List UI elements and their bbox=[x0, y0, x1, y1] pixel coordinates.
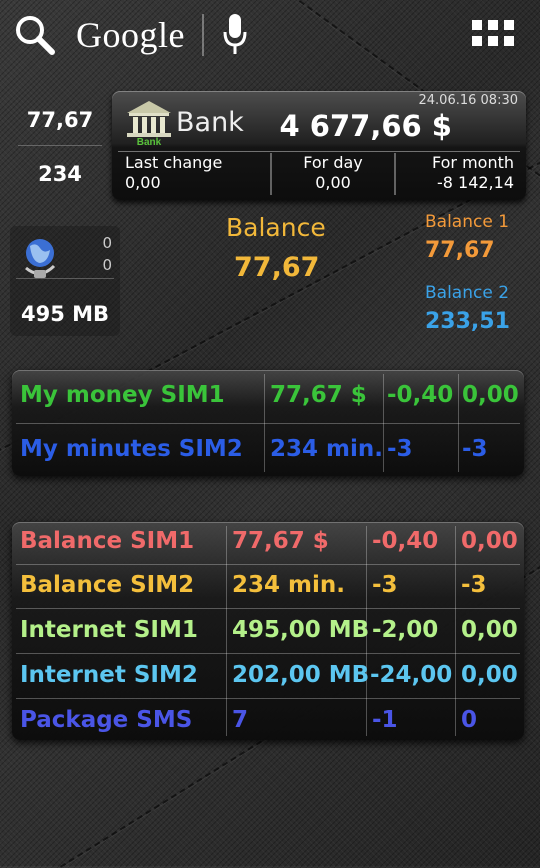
row-name: My minutes SIM2 bbox=[20, 436, 243, 462]
row-value: 495,00 MB bbox=[232, 617, 370, 643]
row-value: 7 bbox=[232, 707, 249, 733]
balance1-label: Balance 1 bbox=[425, 212, 510, 232]
row-extra: 0,00 bbox=[461, 662, 518, 688]
balance-detail-table[interactable]: Balance SIM1 77,67 $ -0,40 0,00 Balance … bbox=[12, 522, 524, 740]
divider bbox=[18, 145, 102, 146]
row-delta: -2,00 bbox=[372, 617, 439, 643]
bank-for-month: For month -8 142,14 bbox=[432, 153, 514, 197]
row-value: 202,00 MB bbox=[232, 662, 370, 688]
mini-minutes-value: 234 bbox=[38, 162, 82, 186]
search-bar[interactable]: Google bbox=[0, 0, 540, 70]
mini-balance-value: 77,67 bbox=[26, 108, 94, 132]
row-delta: -0,40 bbox=[372, 528, 439, 554]
bank-total: 4 677,66 $ bbox=[279, 109, 452, 143]
traffic-value: 495 MB bbox=[20, 302, 110, 326]
bank-col-value: -8 142,14 bbox=[436, 173, 514, 192]
bank-widget[interactable]: Bank Bank 24.06.16 08:30 4 677,66 $ Last… bbox=[112, 91, 526, 200]
row-name: My money SIM1 bbox=[20, 382, 225, 408]
row-delta: -24,00 bbox=[370, 662, 453, 688]
bank-for-day: For day 0,00 bbox=[272, 153, 394, 197]
row-name: Balance SIM2 bbox=[20, 572, 195, 598]
row-value: 234 min. bbox=[270, 436, 383, 462]
divider bbox=[16, 698, 520, 699]
bank-datetime: 24.06.16 08:30 bbox=[418, 93, 519, 108]
divider bbox=[226, 526, 227, 736]
balance1-value: 77,67 bbox=[425, 238, 495, 263]
bank-col-value: 0,00 bbox=[125, 173, 161, 192]
balance2-label: Balance 2 bbox=[425, 283, 510, 303]
sim-summary-table[interactable]: My money SIM1 77,67 $ -0,40 0,00 My minu… bbox=[12, 370, 524, 476]
traffic-zero-2: 0 bbox=[102, 256, 112, 274]
search-icon[interactable] bbox=[14, 14, 56, 56]
row-name: Internet SIM2 bbox=[20, 662, 198, 688]
row-delta: -3 bbox=[372, 572, 398, 598]
row-name: Internet SIM1 bbox=[20, 617, 198, 643]
google-logo: Google bbox=[76, 15, 185, 55]
divider bbox=[16, 423, 520, 424]
divider bbox=[16, 608, 520, 609]
divider bbox=[16, 564, 520, 565]
row-extra: 0,00 bbox=[461, 617, 518, 643]
bank-col-label: Last change bbox=[125, 153, 223, 172]
row-value: 77,67 $ bbox=[270, 382, 367, 408]
globe-icon bbox=[25, 239, 56, 278]
row-delta: -3 bbox=[387, 436, 413, 462]
row-name: Package SMS bbox=[20, 707, 193, 733]
bank-col-label: For month bbox=[431, 153, 514, 172]
bank-col-label: For day bbox=[303, 153, 363, 172]
row-value: 234 min. bbox=[232, 572, 345, 598]
balance-label: Balance bbox=[226, 213, 326, 242]
divider bbox=[202, 14, 204, 56]
row-extra: 0,00 bbox=[462, 382, 519, 408]
divider bbox=[455, 526, 456, 736]
traffic-widget[interactable]: 0 0 495 MB bbox=[10, 226, 120, 336]
row-value: 77,67 $ bbox=[232, 528, 329, 554]
traffic-zero-1: 0 bbox=[102, 234, 112, 252]
bank-col-value: 0,00 bbox=[315, 173, 351, 192]
bank-icon: Bank bbox=[127, 101, 171, 145]
mic-icon[interactable] bbox=[222, 12, 248, 56]
row-extra: -3 bbox=[461, 572, 487, 598]
row-extra: 0 bbox=[461, 707, 478, 733]
row-name: Balance SIM1 bbox=[20, 528, 195, 554]
bank-name: Bank bbox=[176, 107, 244, 138]
bank-last-change: Last change 0,00 bbox=[125, 153, 222, 197]
divider bbox=[118, 151, 520, 152]
apps-grid-icon[interactable] bbox=[472, 20, 514, 50]
divider bbox=[16, 653, 520, 654]
bank-icon-label: Bank bbox=[137, 137, 162, 145]
balance2-value: 233,51 bbox=[425, 309, 510, 334]
row-delta: -0,40 bbox=[387, 382, 454, 408]
divider bbox=[394, 153, 396, 195]
divider bbox=[16, 278, 114, 279]
balance-mini-widget[interactable]: 77,67 234 bbox=[18, 92, 102, 202]
row-extra: 0,00 bbox=[461, 528, 518, 554]
balance-value: 77,67 bbox=[234, 252, 320, 283]
row-extra: -3 bbox=[462, 436, 488, 462]
row-delta: -1 bbox=[372, 707, 398, 733]
